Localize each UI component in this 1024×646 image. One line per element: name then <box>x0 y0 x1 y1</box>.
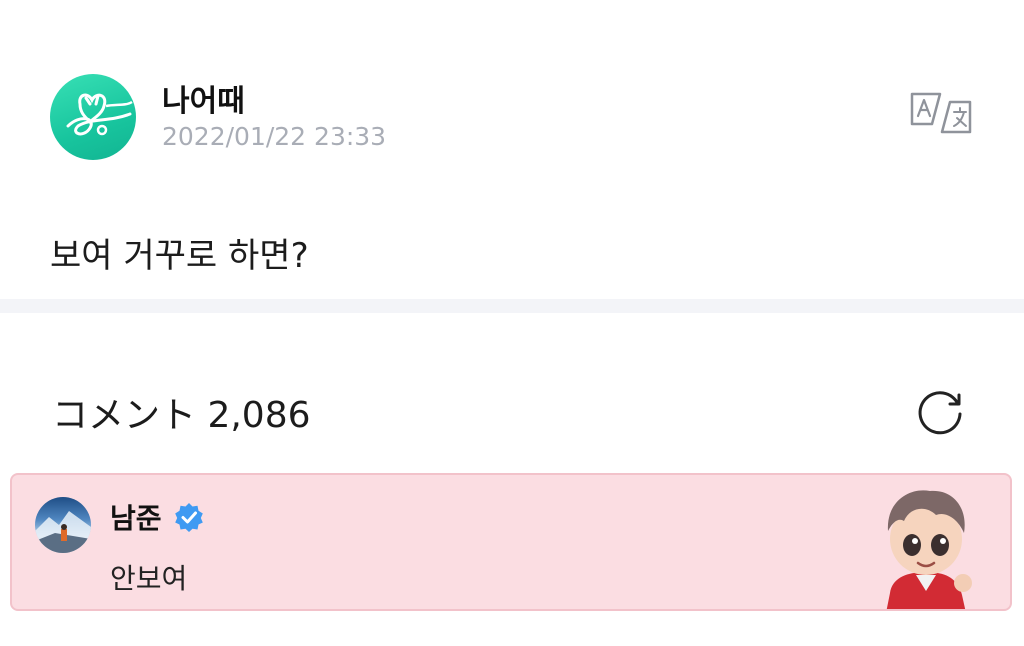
verified-badge-icon <box>174 502 204 532</box>
author-avatar[interactable] <box>50 74 136 160</box>
post-body-text: 보여 거꾸로 하면? <box>50 236 309 276</box>
post-timestamp: 2022/01/22 23:33 <box>162 122 387 151</box>
post-author-name[interactable]: 나어때 <box>162 76 245 120</box>
translate-icon <box>910 92 972 134</box>
mountain-photo-icon <box>35 511 91 553</box>
translate-button[interactable] <box>910 90 972 136</box>
character-sticker <box>870 481 980 609</box>
pinned-artist-comment[interactable]: 남준 안보여 <box>10 473 1012 611</box>
post-header: 나어때 2022/01/22 23:33 <box>50 74 980 164</box>
comment-text: 안보여 <box>110 562 188 595</box>
comment-author-name[interactable]: 남준 <box>110 497 162 537</box>
refresh-button[interactable] <box>914 384 966 436</box>
comment-author-avatar[interactable] <box>35 497 91 553</box>
weverse-logo-icon <box>66 93 133 136</box>
refresh-icon <box>918 391 962 435</box>
section-divider <box>0 299 1024 313</box>
comment-count-label: コメント 2,086 <box>52 395 311 436</box>
